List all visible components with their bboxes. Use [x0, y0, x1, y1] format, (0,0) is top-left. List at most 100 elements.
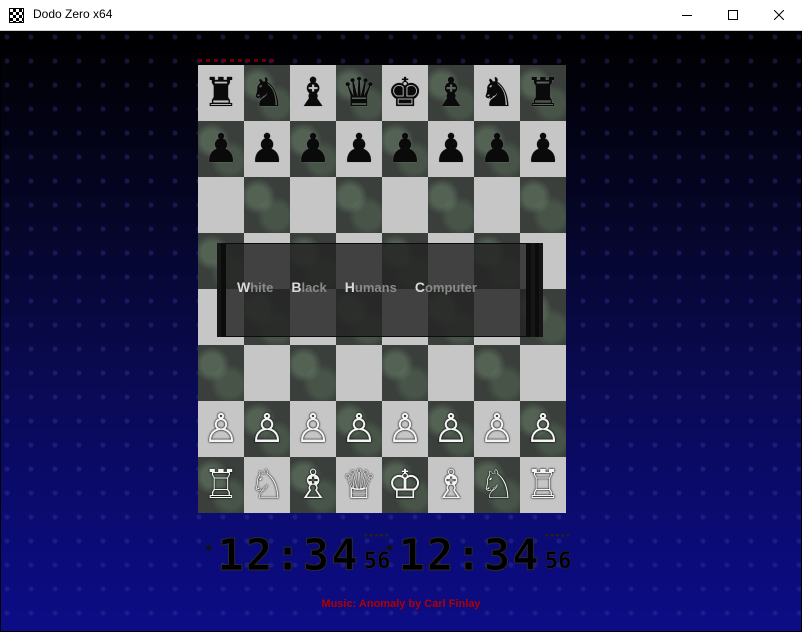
board-square[interactable]: ♖ [520, 457, 566, 513]
board-square[interactable] [428, 345, 474, 401]
chess-piece[interactable]: ♖ [525, 465, 561, 505]
chess-piece[interactable]: ♘ [479, 465, 515, 505]
board-square[interactable]: ♟ [474, 121, 520, 177]
board-square[interactable] [428, 177, 474, 233]
chess-piece[interactable]: ♗ [295, 465, 331, 505]
chess-piece[interactable]: ♙ [295, 409, 331, 449]
black-clock: ● 12:34 ▪▪▪▪▪ 56 [387, 530, 572, 585]
board-square[interactable]: ♟ [382, 121, 428, 177]
chess-piece[interactable]: ♞ [479, 73, 515, 113]
chess-piece[interactable]: ♔ [387, 465, 423, 505]
menu-item-label: hite [250, 280, 274, 295]
chess-piece[interactable]: ♝ [295, 73, 331, 113]
black-clock-marker: ● [387, 543, 393, 553]
board-square[interactable] [382, 177, 428, 233]
chess-piece[interactable]: ♟ [387, 129, 423, 169]
board-square[interactable]: ♟ [290, 121, 336, 177]
chess-piece[interactable]: ♟ [295, 129, 331, 169]
chess-piece[interactable]: ♝ [433, 73, 469, 113]
chess-piece[interactable]: ♟ [249, 129, 285, 169]
board-square[interactable]: ♟ [244, 121, 290, 177]
chess-piece[interactable]: ♙ [249, 409, 285, 449]
chess-piece[interactable]: ♚ [387, 73, 423, 113]
board-square[interactable]: ♔ [382, 457, 428, 513]
chess-piece[interactable]: ♗ [433, 465, 469, 505]
board-square[interactable] [198, 177, 244, 233]
board-square[interactable] [244, 345, 290, 401]
chess-piece[interactable]: ♖ [203, 465, 239, 505]
chess-piece[interactable]: ♙ [203, 409, 239, 449]
board-square[interactable]: ♙ [336, 401, 382, 457]
white-clock-time: 12:34 [217, 530, 360, 581]
board-square[interactable]: ♝ [428, 65, 474, 121]
decorative-marker [198, 59, 278, 62]
board-square[interactable]: ♙ [474, 401, 520, 457]
board-square[interactable] [290, 345, 336, 401]
chess-piece[interactable]: ♜ [525, 73, 561, 113]
chess-piece[interactable]: ♙ [479, 409, 515, 449]
board-square[interactable]: ♟ [520, 121, 566, 177]
game-area: ♜ ♞ ♝ ♛ ♚ ♝ ♞ ♜ ♟ ♟ ♟ ♟ ♟ ♟ ♟ ♟ ♙ ♙ ♙ ♙ ♙ ♙ ♙ ♙ ♖ ♘ ♗ ♕ ♔ ♗ ♘ ♖ White Bl… [1, 31, 801, 631]
board-square[interactable]: ♙ [198, 401, 244, 457]
chess-piece[interactable]: ♞ [249, 73, 285, 113]
board-square[interactable]: ♘ [244, 457, 290, 513]
board-square[interactable] [244, 177, 290, 233]
board-square[interactable]: ♟ [428, 121, 474, 177]
board-square[interactable]: ♙ [428, 401, 474, 457]
chess-piece[interactable]: ♟ [341, 129, 377, 169]
chess-piece[interactable]: ♙ [387, 409, 423, 449]
board-square[interactable]: ♙ [244, 401, 290, 457]
board-square[interactable]: ♖ [198, 457, 244, 513]
board-square[interactable]: ♗ [428, 457, 474, 513]
chess-piece[interactable]: ♙ [341, 409, 377, 449]
black-clock-dots: ▪▪▪▪▪ [544, 531, 571, 539]
chess-piece[interactable]: ♟ [203, 129, 239, 169]
chess-piece[interactable]: ♘ [249, 465, 285, 505]
board-square[interactable]: ♞ [244, 65, 290, 121]
board-square[interactable]: ♘ [474, 457, 520, 513]
chess-piece[interactable]: ♛ [341, 73, 377, 113]
board-square[interactable]: ♜ [520, 65, 566, 121]
board-square[interactable] [198, 345, 244, 401]
board-square[interactable]: ♙ [382, 401, 428, 457]
board-square[interactable]: ♚ [382, 65, 428, 121]
chess-piece[interactable]: ♟ [433, 129, 469, 169]
chess-piece[interactable]: ♕ [341, 465, 377, 505]
chess-piece[interactable]: ♟ [525, 129, 561, 169]
chess-piece[interactable]: ♟ [479, 129, 515, 169]
black-clock-seconds: 56 [544, 549, 572, 575]
chess-piece[interactable]: ♙ [525, 409, 561, 449]
board-square[interactable] [520, 177, 566, 233]
board-square[interactable] [474, 345, 520, 401]
board-square[interactable]: ♝ [290, 65, 336, 121]
menu-item-hotkey: B [291, 279, 302, 295]
board-square[interactable]: ♜ [198, 65, 244, 121]
board-square[interactable]: ♟ [336, 121, 382, 177]
board-square[interactable]: ♞ [474, 65, 520, 121]
menu-item-humans[interactable]: Humans [345, 279, 397, 295]
chess-piece[interactable]: ♙ [433, 409, 469, 449]
board-square[interactable]: ♟ [198, 121, 244, 177]
menu-item-computer[interactable]: Computer [415, 279, 477, 295]
white-clock: ● 12:34 ▪▪▪▪▪ 56 [206, 530, 391, 585]
menu-item-black[interactable]: Black [291, 279, 326, 295]
board-square[interactable]: ♕ [336, 457, 382, 513]
menu-item-white[interactable]: White [237, 279, 273, 295]
board-square[interactable] [290, 177, 336, 233]
minimize-button[interactable] [664, 0, 710, 30]
board-square[interactable] [382, 345, 428, 401]
chess-piece[interactable]: ♜ [203, 73, 239, 113]
title-bar: Dodo Zero x64 [0, 0, 802, 31]
board-square[interactable] [336, 177, 382, 233]
board-square[interactable]: ♛ [336, 65, 382, 121]
board-square[interactable] [474, 177, 520, 233]
window-title: Dodo Zero x64 [33, 7, 113, 21]
close-button[interactable] [756, 0, 802, 30]
menu-item-hotkey: C [414, 279, 425, 295]
board-square[interactable] [520, 345, 566, 401]
board-square[interactable]: ♙ [520, 401, 566, 457]
board-square[interactable] [336, 345, 382, 401]
board-square[interactable]: ♙ [290, 401, 336, 457]
maximize-button[interactable] [710, 0, 756, 30]
board-square[interactable]: ♗ [290, 457, 336, 513]
